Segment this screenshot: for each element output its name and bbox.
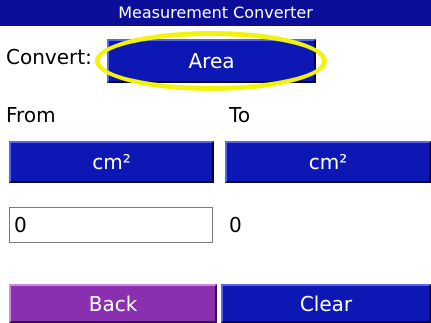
convert-type-button[interactable]: Area [107,39,316,83]
from-unit-button[interactable]: cm² [9,141,214,183]
to-value-result: 0 [229,213,242,237]
from-label: From [6,103,56,127]
to-unit-button[interactable]: cm² [225,141,431,183]
back-button[interactable]: Back [9,284,217,323]
title-bar: Measurement Converter [0,0,431,26]
clear-button[interactable]: Clear [221,284,431,323]
from-value-field[interactable]: 0 [9,207,213,243]
to-label: To [229,103,251,127]
convert-label: Convert: [6,45,92,69]
page-title: Measurement Converter [118,3,313,22]
